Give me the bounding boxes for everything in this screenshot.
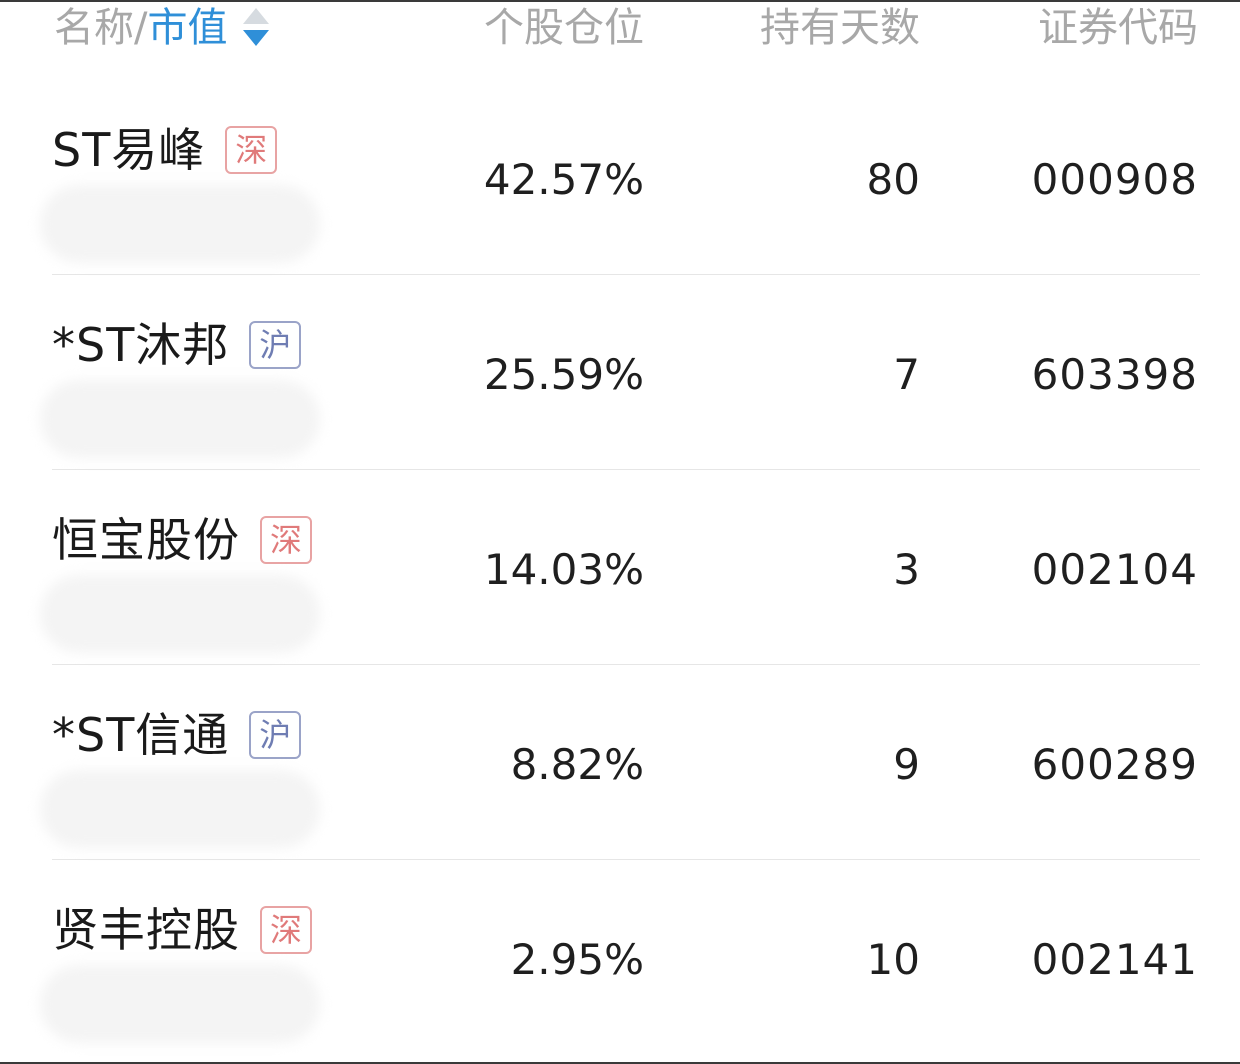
position-value: 25.59% xyxy=(483,350,644,399)
position-value: 8.82% xyxy=(510,740,644,789)
stock-name-cell: ST易峰 深 xyxy=(52,120,278,180)
blurred-subtext xyxy=(40,575,320,653)
market-tag: 沪 xyxy=(249,321,302,369)
hold-days-value: 80 xyxy=(866,155,920,204)
market-value-header-label[interactable]: 市值 xyxy=(147,2,227,54)
stock-name-cell: 贤丰控股 深 xyxy=(52,900,312,960)
position-value: 42.57% xyxy=(483,155,644,204)
stock-code-value: 603398 xyxy=(1031,350,1198,399)
holdings-list: ST易峰 深 42.57% 80 000908 *ST沐邦 沪 25.59% 7… xyxy=(0,80,1240,1055)
sort-up-arrow-icon xyxy=(243,8,270,24)
stock-name: 贤丰控股 xyxy=(52,903,240,957)
stock-name: *ST沐邦 xyxy=(52,318,230,372)
market-tag: 深 xyxy=(225,126,278,174)
table-row[interactable]: *ST信通 沪 8.82% 9 600289 xyxy=(40,665,1200,860)
blurred-subtext xyxy=(40,380,320,458)
name-market-value-header[interactable]: 名称/市值 xyxy=(54,2,270,54)
market-tag: 深 xyxy=(260,516,312,564)
blurred-subtext xyxy=(40,965,320,1043)
hold-days-value: 3 xyxy=(893,545,920,594)
market-tag: 沪 xyxy=(249,711,302,759)
table-row[interactable]: ST易峰 深 42.57% 80 000908 xyxy=(40,80,1200,275)
stock-code-value: 002104 xyxy=(1031,545,1198,594)
table-header: 名称/市值 个股仓位 持有天数 证券代码 xyxy=(0,0,1240,60)
position-value: 2.95% xyxy=(510,935,644,984)
stock-name: 恒宝股份 xyxy=(52,513,240,567)
position-header[interactable]: 个股仓位 xyxy=(484,2,644,54)
stock-code-value: 002141 xyxy=(1031,935,1198,984)
stock-code-value: 000908 xyxy=(1031,155,1198,204)
name-header-label: 名称/ xyxy=(54,5,148,51)
stock-name-cell: *ST沐邦 沪 xyxy=(52,315,302,375)
code-header[interactable]: 证券代码 xyxy=(1038,2,1198,54)
stock-name: *ST信通 xyxy=(52,708,230,762)
position-value: 14.03% xyxy=(483,545,644,594)
sort-desc-icon[interactable] xyxy=(243,6,270,50)
table-row[interactable]: 贤丰控股 深 2.95% 10 002141 xyxy=(40,860,1200,1055)
stock-name: ST易峰 xyxy=(52,123,206,177)
table-row[interactable]: *ST沐邦 沪 25.59% 7 603398 xyxy=(40,275,1200,470)
hold-days-value: 7 xyxy=(893,350,920,399)
market-tag: 深 xyxy=(260,906,312,954)
stock-name-cell: *ST信通 沪 xyxy=(52,705,302,765)
sort-down-arrow-icon xyxy=(243,30,270,46)
hold-days-value: 10 xyxy=(866,935,920,984)
blurred-subtext xyxy=(40,770,320,848)
hold-days-value: 9 xyxy=(893,740,920,789)
hold-days-header[interactable]: 持有天数 xyxy=(760,2,920,54)
stock-code-value: 600289 xyxy=(1031,740,1198,789)
stock-name-cell: 恒宝股份 深 xyxy=(52,510,312,570)
table-row[interactable]: 恒宝股份 深 14.03% 3 002104 xyxy=(40,470,1200,665)
blurred-subtext xyxy=(40,185,320,263)
